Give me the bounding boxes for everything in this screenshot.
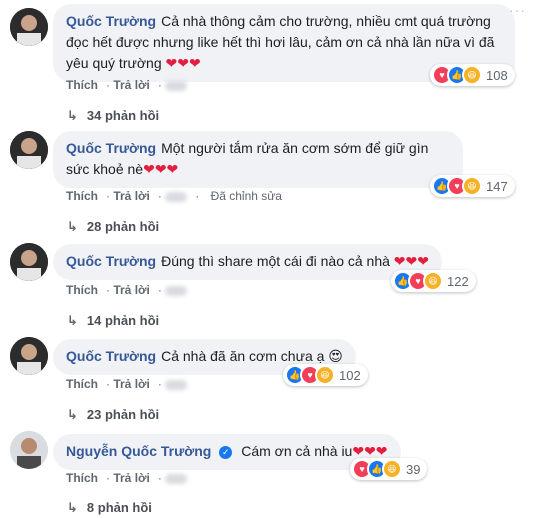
reply-arrow-icon: ↳ — [67, 219, 78, 234]
comment-author[interactable]: Quốc Trường — [66, 253, 156, 269]
reaction-count: 147 — [486, 178, 508, 194]
comment-text: Cám ơn cả nhà iu — [241, 443, 353, 459]
reaction-summary[interactable]: 👍 ♥ 😆 102 — [283, 364, 368, 386]
avatar-photo-icon — [10, 243, 48, 281]
reply-arrow-icon: ↳ — [67, 500, 78, 515]
reaction-count: 108 — [486, 67, 508, 83]
comment-bubble: Quốc Trường Đúng thì share một cái đi nào… — [53, 244, 442, 280]
view-replies-link[interactable]: ↳ 28 phản hồi — [67, 219, 159, 235]
comment-author[interactable]: Nguyễn Quốc Trường — [66, 443, 211, 459]
timestamp[interactable] — [165, 80, 188, 91]
reply-link[interactable]: Trả lời — [113, 283, 150, 297]
view-replies-link[interactable]: ↳ 8 phản hồi — [67, 500, 152, 516]
comment-actions: Thích · Trả lời · — [66, 283, 195, 297]
like-link[interactable]: Thích — [66, 189, 98, 203]
haha-reaction-icon: 😆 — [315, 365, 335, 385]
replies-count[interactable]: 34 phản hồi — [87, 108, 159, 123]
replies-count[interactable]: 8 phản hồi — [87, 500, 152, 515]
avatar[interactable] — [10, 131, 48, 169]
haha-reaction-icon: 😆 — [462, 65, 482, 85]
reply-link[interactable]: Trả lời — [113, 78, 150, 92]
avatar-photo-icon — [10, 337, 48, 375]
comment-author[interactable]: Quốc Trường — [66, 348, 156, 364]
heart-eyes-emoji: 😍 — [328, 348, 343, 364]
view-replies-link[interactable]: ↳ 14 phản hồi — [67, 313, 159, 329]
view-replies-link[interactable]: ↳ 23 phản hồi — [67, 407, 159, 423]
heart-emoji: ❤❤❤ — [352, 443, 388, 459]
timestamp[interactable] — [165, 379, 188, 390]
avatar-photo-icon — [10, 8, 48, 46]
reply-arrow-icon: ↳ — [67, 407, 78, 422]
comment-author[interactable]: Quốc Trường — [66, 13, 156, 29]
haha-reaction-icon: 😆 — [462, 176, 482, 196]
avatar-photo-icon — [10, 431, 48, 469]
avatar[interactable] — [10, 8, 48, 46]
avatar[interactable] — [10, 431, 48, 469]
timestamp[interactable] — [165, 285, 188, 296]
replies-count[interactable]: 14 phản hồi — [87, 313, 159, 328]
reaction-summary[interactable]: ♥ 👍 😆 108 — [430, 64, 515, 86]
like-link[interactable]: Thích — [66, 471, 98, 485]
timestamp[interactable] — [165, 473, 188, 484]
reaction-summary[interactable]: 👍 ♥ 😆 122 — [391, 270, 476, 292]
heart-emoji: ❤❤❤ — [165, 55, 201, 71]
reply-arrow-icon: ↳ — [67, 313, 78, 328]
replies-count[interactable]: 23 phản hồi — [87, 407, 159, 422]
reply-arrow-icon: ↳ — [67, 108, 78, 123]
comment-actions: Thích · Trả lời · — [66, 471, 195, 485]
reply-link[interactable]: Trả lời — [113, 377, 150, 391]
avatar[interactable] — [10, 243, 48, 281]
comment-text: Cả nhà đã ăn cơm chưa ạ — [161, 348, 325, 364]
heart-emoji: ❤❤❤ — [143, 161, 179, 177]
reaction-count: 39 — [406, 461, 421, 477]
comment-text: Đúng thì share một cái đi nào cả nhà — [161, 253, 390, 269]
comment-bubble: Quốc Trường Một người tắm rửa ăn cơm sớm … — [53, 131, 463, 188]
reply-link[interactable]: Trả lời — [113, 471, 150, 485]
timestamp[interactable] — [165, 191, 188, 202]
avatar[interactable] — [10, 337, 48, 375]
reaction-summary[interactable]: 👍 ♥ 😆 147 — [430, 175, 515, 197]
comment-actions: Thích · Trả lời · — [66, 377, 195, 391]
view-replies-link[interactable]: ↳ 34 phản hồi — [67, 108, 159, 124]
reaction-count: 122 — [447, 273, 469, 289]
comment-actions: Thích · Trả lời · · Đã chỉnh sửa — [66, 189, 282, 203]
reply-link[interactable]: Trả lời — [113, 189, 150, 203]
replies-count[interactable]: 28 phản hồi — [87, 219, 159, 234]
comment-author[interactable]: Quốc Trường — [66, 140, 156, 156]
comment-actions: Thích · Trả lời · — [66, 78, 195, 92]
verified-badge-icon: ✓ — [219, 446, 233, 459]
haha-reaction-icon: 😆 — [423, 271, 443, 291]
edited-label[interactable]: Đã chỉnh sửa — [211, 189, 282, 203]
reaction-summary[interactable]: ♥ 👍 😆 39 — [350, 458, 428, 480]
like-link[interactable]: Thích — [66, 78, 98, 92]
like-link[interactable]: Thích — [66, 377, 98, 391]
like-link[interactable]: Thích — [66, 283, 98, 297]
heart-emoji: ❤❤❤ — [393, 253, 429, 269]
haha-reaction-icon: 😆 — [382, 459, 402, 479]
more-options-icon[interactable]: ··· — [509, 2, 526, 18]
avatar-photo-icon — [10, 131, 48, 169]
reaction-count: 102 — [339, 367, 361, 383]
comment-bubble: Nguyễn Quốc Trường ✓ Cám ơn cả nhà iu❤❤❤ — [53, 434, 401, 470]
